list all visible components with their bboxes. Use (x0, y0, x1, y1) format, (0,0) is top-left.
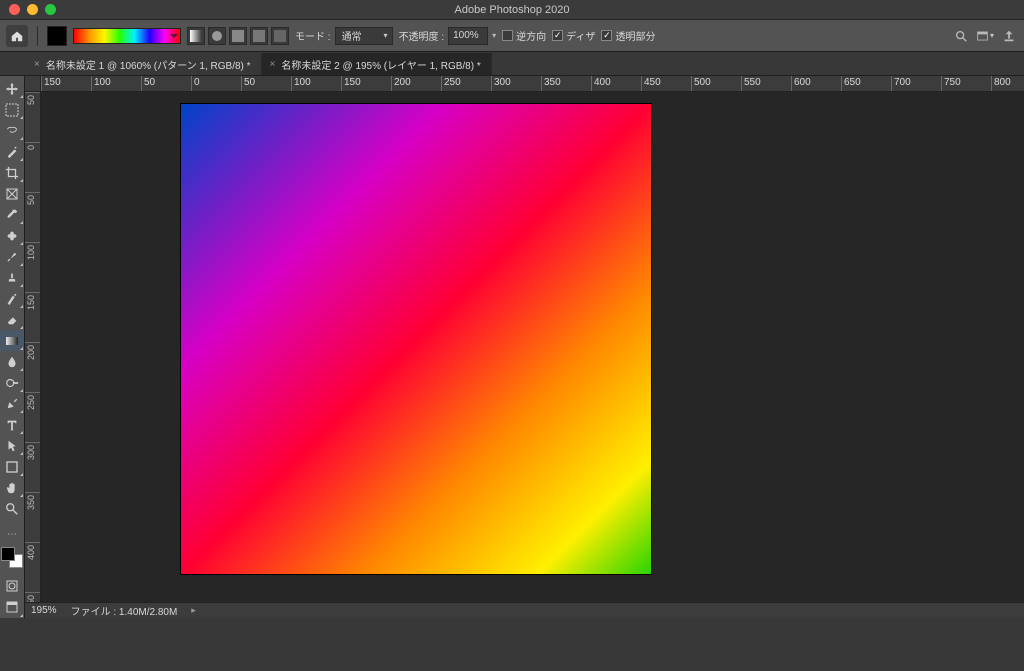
hand-tool[interactable] (0, 477, 24, 498)
frame-tool[interactable] (0, 183, 24, 204)
opacity-label: 不透明度 : (399, 28, 445, 43)
chevron-down-icon[interactable]: ▾ (492, 31, 496, 40)
ruler-horizontal[interactable]: 1501005005010015020025030035040045050055… (41, 76, 1024, 92)
type-tool[interactable] (0, 414, 24, 435)
opacity-input[interactable]: 100% (448, 27, 488, 45)
healing-brush-tool[interactable] (0, 225, 24, 246)
gradient-type-buttons (187, 27, 289, 45)
zoom-window-icon[interactable] (45, 4, 56, 15)
opacity-field: 不透明度 : 100% ▾ (399, 27, 497, 45)
titlebar: Adobe Photoshop 2020 (0, 0, 1024, 20)
clone-stamp-tool[interactable] (0, 267, 24, 288)
blur-tool[interactable] (0, 351, 24, 372)
shape-tool[interactable] (0, 456, 24, 477)
move-tool[interactable] (0, 78, 24, 99)
gradient-diamond-button[interactable] (271, 27, 289, 45)
gradient-tool[interactable] (0, 330, 24, 351)
artboard[interactable] (181, 104, 651, 574)
blend-mode-field: モード : 通常 (295, 27, 393, 45)
canvas-area[interactable] (41, 92, 1024, 602)
search-icon[interactable] (952, 27, 970, 45)
eyedropper-tool[interactable] (0, 204, 24, 225)
home-button[interactable] (6, 25, 28, 47)
path-selection-tool[interactable] (0, 435, 24, 456)
chevron-right-icon[interactable]: ▸ (191, 605, 196, 616)
gradient-linear-button[interactable] (187, 27, 205, 45)
brush-tool[interactable] (0, 246, 24, 267)
tool-palette: ⋯ (0, 76, 25, 618)
color-swatches[interactable] (1, 547, 23, 568)
doc-info[interactable]: ファイル : 1.40M/2.80M (71, 603, 178, 618)
history-brush-tool[interactable] (0, 288, 24, 309)
share-icon[interactable] (1000, 27, 1018, 45)
mode-label: モード : (295, 28, 331, 43)
window-controls (0, 4, 56, 15)
document-tabs: × 名称未設定 1 @ 1060% (パターン 1, RGB/8) * × 名称… (0, 52, 1024, 76)
close-window-icon[interactable] (9, 4, 20, 15)
eraser-tool[interactable] (0, 309, 24, 330)
app-title: Adobe Photoshop 2020 (0, 4, 1024, 16)
pen-tool[interactable] (0, 393, 24, 414)
document-tab[interactable]: × 名称未設定 2 @ 195% (レイヤー 1, RGB/8) * (262, 53, 492, 75)
gradient-radial-button[interactable] (208, 27, 226, 45)
dither-checkbox[interactable]: ディザ (552, 28, 595, 43)
minimize-window-icon[interactable] (27, 4, 38, 15)
marquee-tool[interactable] (0, 99, 24, 120)
ruler-vertical[interactable]: 5005010015020025030035040045050055060065… (25, 92, 41, 602)
transparency-checkbox[interactable]: 透明部分 (601, 28, 655, 43)
options-right: ▾ (952, 27, 1018, 45)
gradient-angle-button[interactable] (229, 27, 247, 45)
options-bar: モード : 通常 不透明度 : 100% ▾ 逆方向 ディザ 透明部分 ▾ (0, 20, 1024, 52)
zoom-level[interactable]: 195% (31, 605, 57, 616)
workspace: 1501005005010015020025030035040045050055… (25, 76, 1024, 618)
status-bar: 195% ファイル : 1.40M/2.80M ▸ (25, 602, 1024, 618)
gradient-preset-picker[interactable] (73, 28, 181, 44)
gradient-reflected-button[interactable] (250, 27, 268, 45)
document-tab-label: 名称未設定 1 @ 1060% (パターン 1, RGB/8) * (46, 57, 251, 72)
separator (37, 26, 38, 46)
close-tab-icon[interactable]: × (34, 59, 40, 70)
edit-toolbar-icon[interactable]: ⋯ (0, 524, 24, 545)
workspace-switcher-icon[interactable]: ▾ (976, 27, 994, 45)
quick-mask-icon[interactable] (0, 576, 24, 597)
screen-mode-icon[interactable] (0, 597, 24, 618)
blend-mode-select[interactable]: 通常 (335, 27, 393, 45)
close-tab-icon[interactable]: × (270, 59, 276, 70)
foreground-color-swatch[interactable] (1, 547, 15, 561)
lasso-tool[interactable] (0, 120, 24, 141)
zoom-tool[interactable] (0, 498, 24, 519)
magic-wand-tool[interactable] (0, 141, 24, 162)
reverse-checkbox[interactable]: 逆方向 (502, 28, 546, 43)
foreground-color-swatch[interactable] (47, 26, 67, 46)
crop-tool[interactable] (0, 162, 24, 183)
dodge-tool[interactable] (0, 372, 24, 393)
ruler-origin[interactable] (25, 76, 41, 92)
document-tab[interactable]: × 名称未設定 1 @ 1060% (パターン 1, RGB/8) * (26, 53, 262, 75)
document-tab-label: 名称未設定 2 @ 195% (レイヤー 1, RGB/8) * (281, 57, 480, 72)
